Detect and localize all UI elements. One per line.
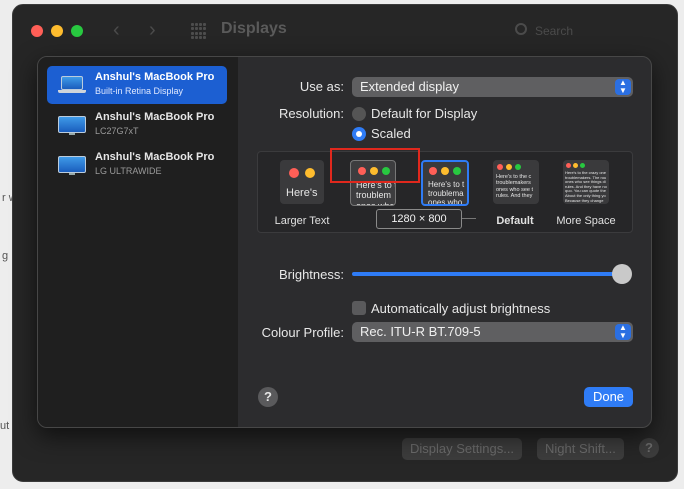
close-window-button[interactable] <box>31 25 43 37</box>
preview-text: Here's <box>286 187 318 199</box>
display-subtitle: LG ULTRAWIDE <box>95 166 162 176</box>
minimize-window-button[interactable] <box>51 25 63 37</box>
help-button[interactable]: ? <box>258 387 278 407</box>
scale-option-larger-text[interactable]: Here's <box>280 160 324 204</box>
colour-profile-label: Colour Profile: <box>261 325 344 340</box>
display-subtitle: LC27G7xT <box>95 126 139 136</box>
scaled-resolution-picker: Here's Larger Text Here's to t troublem … <box>257 151 633 233</box>
colour-profile-value: Rec. ITU-R BT.709-5 <box>360 324 481 339</box>
monitor-icon <box>58 116 86 135</box>
preview-text: Here's to the crazy one troublemakers. T… <box>565 170 607 203</box>
preview-text: Here's to the c troublemakers ones who s… <box>496 174 533 199</box>
search-icon <box>515 23 527 35</box>
brightness-label: Brightness: <box>278 267 344 282</box>
tooltip-divider <box>462 218 476 219</box>
display-name: Anshul's MacBook Pro <box>95 151 215 163</box>
colour-profile-popup[interactable]: Rec. ITU-R BT.709-5 ▲ ▼ <box>352 322 633 342</box>
monitor-icon <box>58 156 86 175</box>
default-for-display-label: Default for Display <box>371 106 478 121</box>
preview-text: Here's to t troublema ones who <box>428 180 465 206</box>
background-text: g <box>2 250 9 262</box>
title-bar: ‹ › Displays Search <box>13 5 677 55</box>
scale-option-more-space[interactable]: Here's to the crazy one troublemakers. T… <box>563 160 609 204</box>
radio-default-for-display[interactable] <box>352 107 366 121</box>
use-as-label: Use as: <box>299 79 344 94</box>
display-settings-button[interactable]: Display Settings... <box>402 438 523 460</box>
preview-text: Here's to t troublem ones who <box>356 180 395 206</box>
search-field[interactable]: Search <box>509 20 659 42</box>
use-as-popup[interactable]: Extended display ▲ ▼ <box>352 77 633 97</box>
done-button[interactable]: Done <box>584 387 633 407</box>
display-name: Anshul's MacBook Pro <box>95 111 215 123</box>
selected-resolution-tooltip: 1280 × 800 <box>376 209 462 229</box>
display-name: Anshul's MacBook Pro <box>95 71 215 83</box>
radio-scaled[interactable] <box>352 127 366 141</box>
show-all-grid-icon[interactable] <box>191 23 207 39</box>
auto-brightness-checkbox[interactable] <box>352 301 366 315</box>
use-as-value: Extended display <box>360 79 460 94</box>
night-shift-button[interactable]: Night Shift... <box>537 438 624 460</box>
resolution-label: Resolution: <box>278 106 344 121</box>
default-label: Default <box>496 215 534 227</box>
desktop: r w g ut ‹ › Displays Search Display Set… <box>0 0 684 489</box>
scale-option-1280x800[interactable]: Here's to t troublema ones who <box>421 160 469 206</box>
brightness-slider-knob[interactable] <box>612 264 632 284</box>
forward-arrow-icon[interactable]: › <box>149 19 156 42</box>
window-title: Displays <box>221 20 287 37</box>
up-down-chevron-icon: ▲ ▼ <box>615 79 631 95</box>
resolution-highlight-box <box>330 148 420 183</box>
more-space-label: More Space <box>556 215 616 227</box>
display-settings-sheet: Anshul's MacBook Pro Built-in Retina Dis… <box>37 56 652 428</box>
laptop-icon <box>58 76 86 94</box>
window-help-button[interactable]: ? <box>639 438 659 458</box>
display-item-lc27g7xt[interactable]: Anshul's MacBook Pro LC27G7xT <box>47 106 227 144</box>
display-subtitle: Built-in Retina Display <box>95 86 184 96</box>
display-item-builtin[interactable]: Anshul's MacBook Pro Built-in Retina Dis… <box>47 66 227 104</box>
larger-text-label: Larger Text <box>274 215 330 227</box>
display-list-sidebar: Anshul's MacBook Pro Built-in Retina Dis… <box>38 57 238 427</box>
zoom-window-button[interactable] <box>71 25 83 37</box>
scale-option-default[interactable]: Here's to the c troublemakers ones who s… <box>493 160 539 204</box>
background-text: ut <box>0 420 10 432</box>
auto-brightness-label: Automatically adjust brightness <box>371 301 551 316</box>
scaled-label: Scaled <box>371 126 411 141</box>
search-placeholder: Search <box>535 24 574 38</box>
brightness-slider-track[interactable] <box>352 272 622 276</box>
up-down-chevron-icon: ▲ ▼ <box>615 324 631 340</box>
display-item-lg-ultrawide[interactable]: Anshul's MacBook Pro LG ULTRAWIDE <box>47 146 227 184</box>
back-arrow-icon[interactable]: ‹ <box>113 19 120 42</box>
